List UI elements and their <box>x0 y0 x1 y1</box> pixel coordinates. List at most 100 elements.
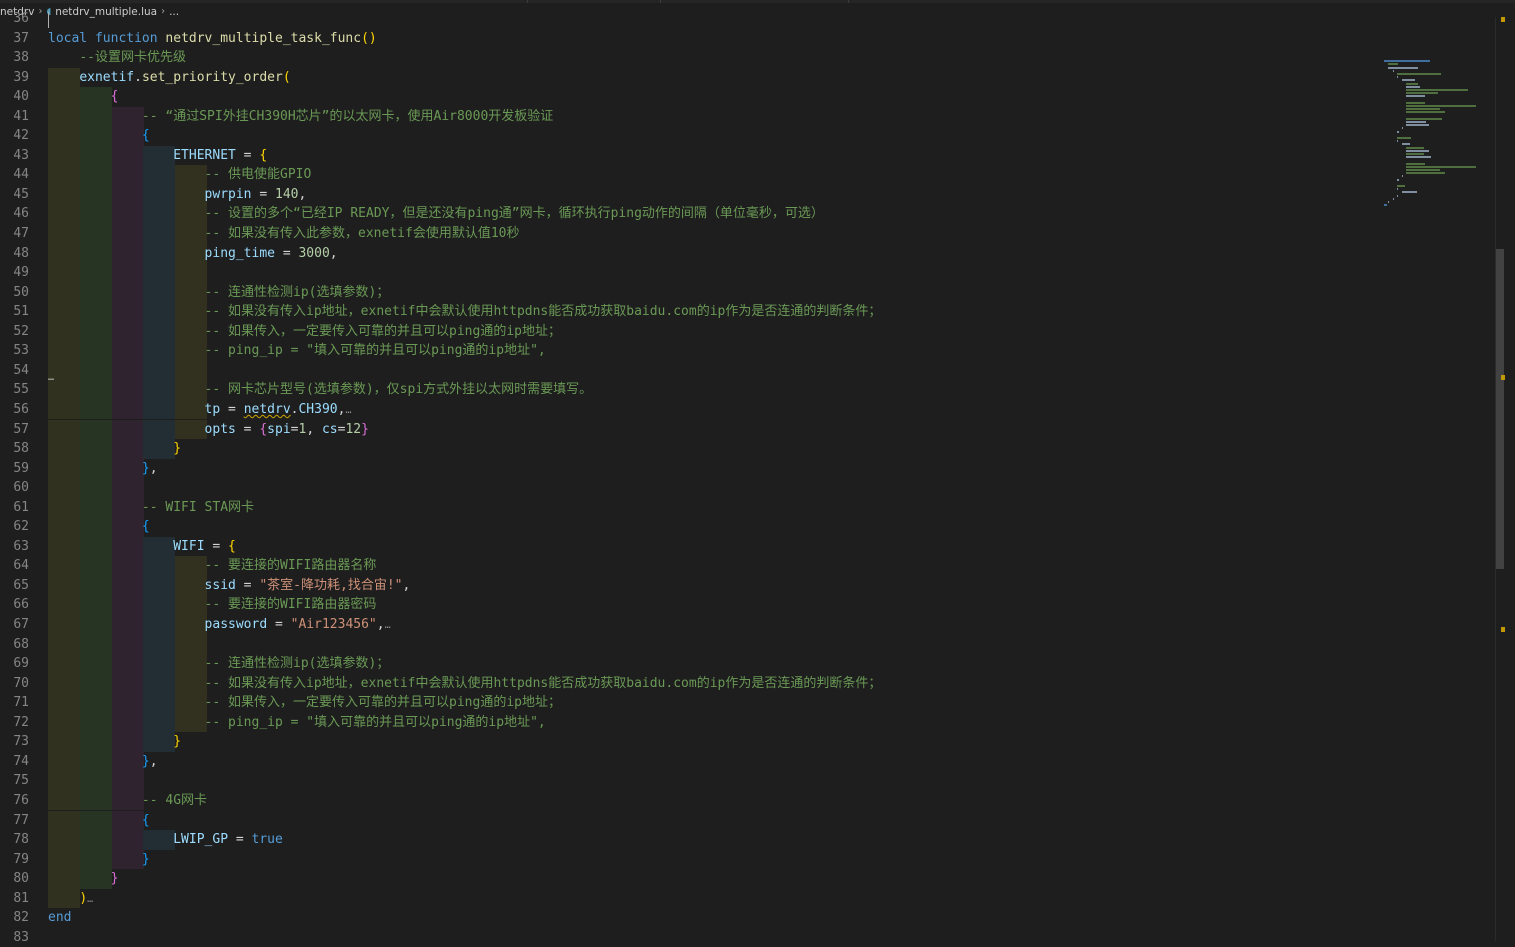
minimap-line <box>1397 137 1412 139</box>
code-line[interactable]: 41 -- “通过SPI外挂CH390H芯片”的以太网卡，使用Air8000开发… <box>0 106 1380 127</box>
indent-guide <box>175 263 207 283</box>
code-line[interactable]: 59 }, <box>0 458 1380 479</box>
ellipsis-icon: … <box>87 893 94 905</box>
code-line[interactable]: 69 -- 连通性检测ip(选填参数)； <box>0 654 1380 674</box>
code-line[interactable]: 54 <box>0 360 1380 381</box>
code-text: ETHERNET = { <box>173 147 268 163</box>
line-number: 62 <box>13 519 29 535</box>
minimap-line <box>1388 201 1390 203</box>
code-line[interactable]: 77 { <box>0 810 1380 831</box>
code-line[interactable]: 36 <box>0 9 1380 29</box>
code-line[interactable]: 40 { <box>0 87 1380 107</box>
code-line[interactable]: 47 -- 如果没有传入此参数，exnetif会使用默认值10秒 <box>0 224 1380 244</box>
code-line[interactable]: 64 -- 要连接的WIFI路由器名称 <box>0 556 1380 576</box>
code-line[interactable]: 81 )… <box>0 888 1380 909</box>
code-line[interactable]: 70 -- 如果没有传入ip地址，exnetif中会默认使用httpdns能否成… <box>0 673 1380 694</box>
code-text: -- ping_ip = "填入可靠的并且可以ping通的ip地址", <box>204 343 546 359</box>
minimap-line <box>1406 172 1445 175</box>
minimap-line <box>1392 197 1394 200</box>
minimap-line <box>1397 178 1400 181</box>
line-number: 39 <box>13 69 29 85</box>
code-line[interactable]: 78 LWIP_GP = true <box>0 830 1380 850</box>
code-text: WIFI = { <box>173 538 236 554</box>
minimap-line <box>1406 149 1430 152</box>
code-text: -- 网卡芯片型号(选填参数)，仅spi方式外挂以太网时需要填写。 <box>204 382 593 398</box>
line-number: 56 <box>13 401 29 417</box>
code-line[interactable]: 38 --设置网卡优先级 <box>0 48 1380 68</box>
code-line[interactable]: 66 -- 要连接的WIFI路由器密码 <box>0 595 1380 615</box>
minimap[interactable] <box>1380 17 1495 941</box>
minimap-line <box>1392 69 1394 72</box>
code-line[interactable]: 49 <box>0 263 1380 283</box>
code-line[interactable]: 65 ssid = "茶室-降功耗,找合宙!", <box>0 575 1380 596</box>
scrollbar-thumb[interactable] <box>1496 249 1504 569</box>
code-line[interactable]: 73 } <box>0 732 1380 752</box>
code-text: pwrpin = 140, <box>204 186 307 202</box>
line-number: 82 <box>13 910 29 926</box>
minimap-line <box>1397 76 1399 79</box>
scroll-marker <box>1501 627 1505 632</box>
code-line[interactable]: 80 } <box>0 869 1380 889</box>
code-line[interactable]: 39 exnetif.set_priority_order( <box>0 67 1380 88</box>
minimap-line <box>1406 146 1424 149</box>
code-line[interactable]: 61 -- WIFI STA网卡 <box>0 497 1380 518</box>
minimap-line <box>1401 79 1415 82</box>
line-number: 57 <box>13 421 29 437</box>
minimap-line <box>1406 105 1477 107</box>
code-line[interactable]: 83 <box>0 928 1380 947</box>
code-text: --设置网卡优先级 <box>79 50 186 66</box>
minimap-line <box>1397 130 1400 133</box>
code-line[interactable]: 37 local function netdrv_multiple_task_fu… <box>0 29 1380 49</box>
code-line[interactable]: 58 } <box>0 439 1380 459</box>
indent-guide <box>112 360 144 381</box>
minimap-line <box>1406 121 1426 123</box>
code-line[interactable]: 52 -- 如果传入，一定要传入可靠的并且可以ping通的ip地址； <box>0 321 1380 342</box>
code-line[interactable]: 48 ping_time = 3000, <box>0 243 1380 264</box>
indent-guide <box>112 263 144 283</box>
code-text: { <box>141 519 150 535</box>
minimap-line <box>1406 124 1430 127</box>
code-line[interactable]: 68 <box>0 634 1380 655</box>
code-line[interactable]: 44 -- 供电使能GPIO <box>0 165 1380 185</box>
code-line[interactable]: 50 -- 连通性检测ip(选填参数)； <box>0 282 1380 303</box>
code-text: } <box>173 734 182 750</box>
code-line[interactable]: 45 pwrpin = 140, <box>0 184 1380 205</box>
code-line[interactable]: 43 ETHERNET = { <box>0 145 1380 166</box>
code-line[interactable]: 51 -- 如果没有传入ip地址，exnetif中会默认使用httpdns能否成… <box>0 302 1380 322</box>
code-text: )… <box>79 890 94 906</box>
line-number: 45 <box>13 186 29 202</box>
code-line[interactable]: 75 <box>0 771 1380 791</box>
line-number: 68 <box>13 636 29 652</box>
code-line[interactable]: 76 -- 4G网卡 <box>0 790 1380 811</box>
code-line[interactable]: 57 opts = {spi=1, cs=12} <box>0 419 1380 440</box>
vertical-scrollbar[interactable] <box>1495 17 1515 941</box>
code-line[interactable]: 42 { <box>0 126 1380 146</box>
line-number: 83 <box>13 929 29 945</box>
line-number: 61 <box>13 499 29 515</box>
line-number: 78 <box>13 832 29 848</box>
code-line[interactable]: 72 -- ping_ip = "填入可靠的并且可以ping通的ip地址", <box>0 712 1380 733</box>
indent-guide <box>112 634 144 655</box>
code-line[interactable]: 63 WIFI = { <box>0 536 1380 557</box>
code-line[interactable]: 74 }, <box>0 751 1380 772</box>
code-line[interactable]: 82 end <box>0 908 1380 928</box>
code-line[interactable]: 60 <box>0 478 1380 498</box>
code-line[interactable]: 79 } <box>0 849 1380 870</box>
code-line[interactable]: 55 -- 网卡芯片型号(选填参数)，仅spi方式外挂以太网时需要填写。 <box>0 380 1380 400</box>
code-line[interactable]: 46 -- 设置的多个“已经IP READY，但是还没有ping通”网卡，循环执… <box>0 204 1380 224</box>
line-number: 43 <box>13 147 29 163</box>
line-number: 74 <box>13 753 29 769</box>
minimap-line <box>1388 66 1419 69</box>
indent-guide <box>112 771 144 791</box>
minimap-line <box>1406 111 1445 114</box>
code-text: -- 4G网卡 <box>141 792 208 808</box>
code-line[interactable]: 53 -- ping_ip = "填入可靠的并且可以ping通的ip地址", <box>0 341 1380 361</box>
code-line[interactable]: 56 tp = netdrv.CH390,… <box>0 399 1380 420</box>
fold-ellipsis-icon[interactable]: … <box>48 372 54 383</box>
code-line[interactable]: 62 { <box>0 517 1380 537</box>
line-number: 44 <box>13 167 29 183</box>
code-text: { <box>110 89 119 105</box>
code-line[interactable]: 71 -- 如果传入，一定要传入可靠的并且可以ping通的ip地址； <box>0 693 1380 713</box>
code-line[interactable]: 67 password = "Air123456",… <box>0 615 1380 635</box>
code-editor[interactable]: 36 37 local function netdrv_multiple_task_… <box>0 0 1380 945</box>
